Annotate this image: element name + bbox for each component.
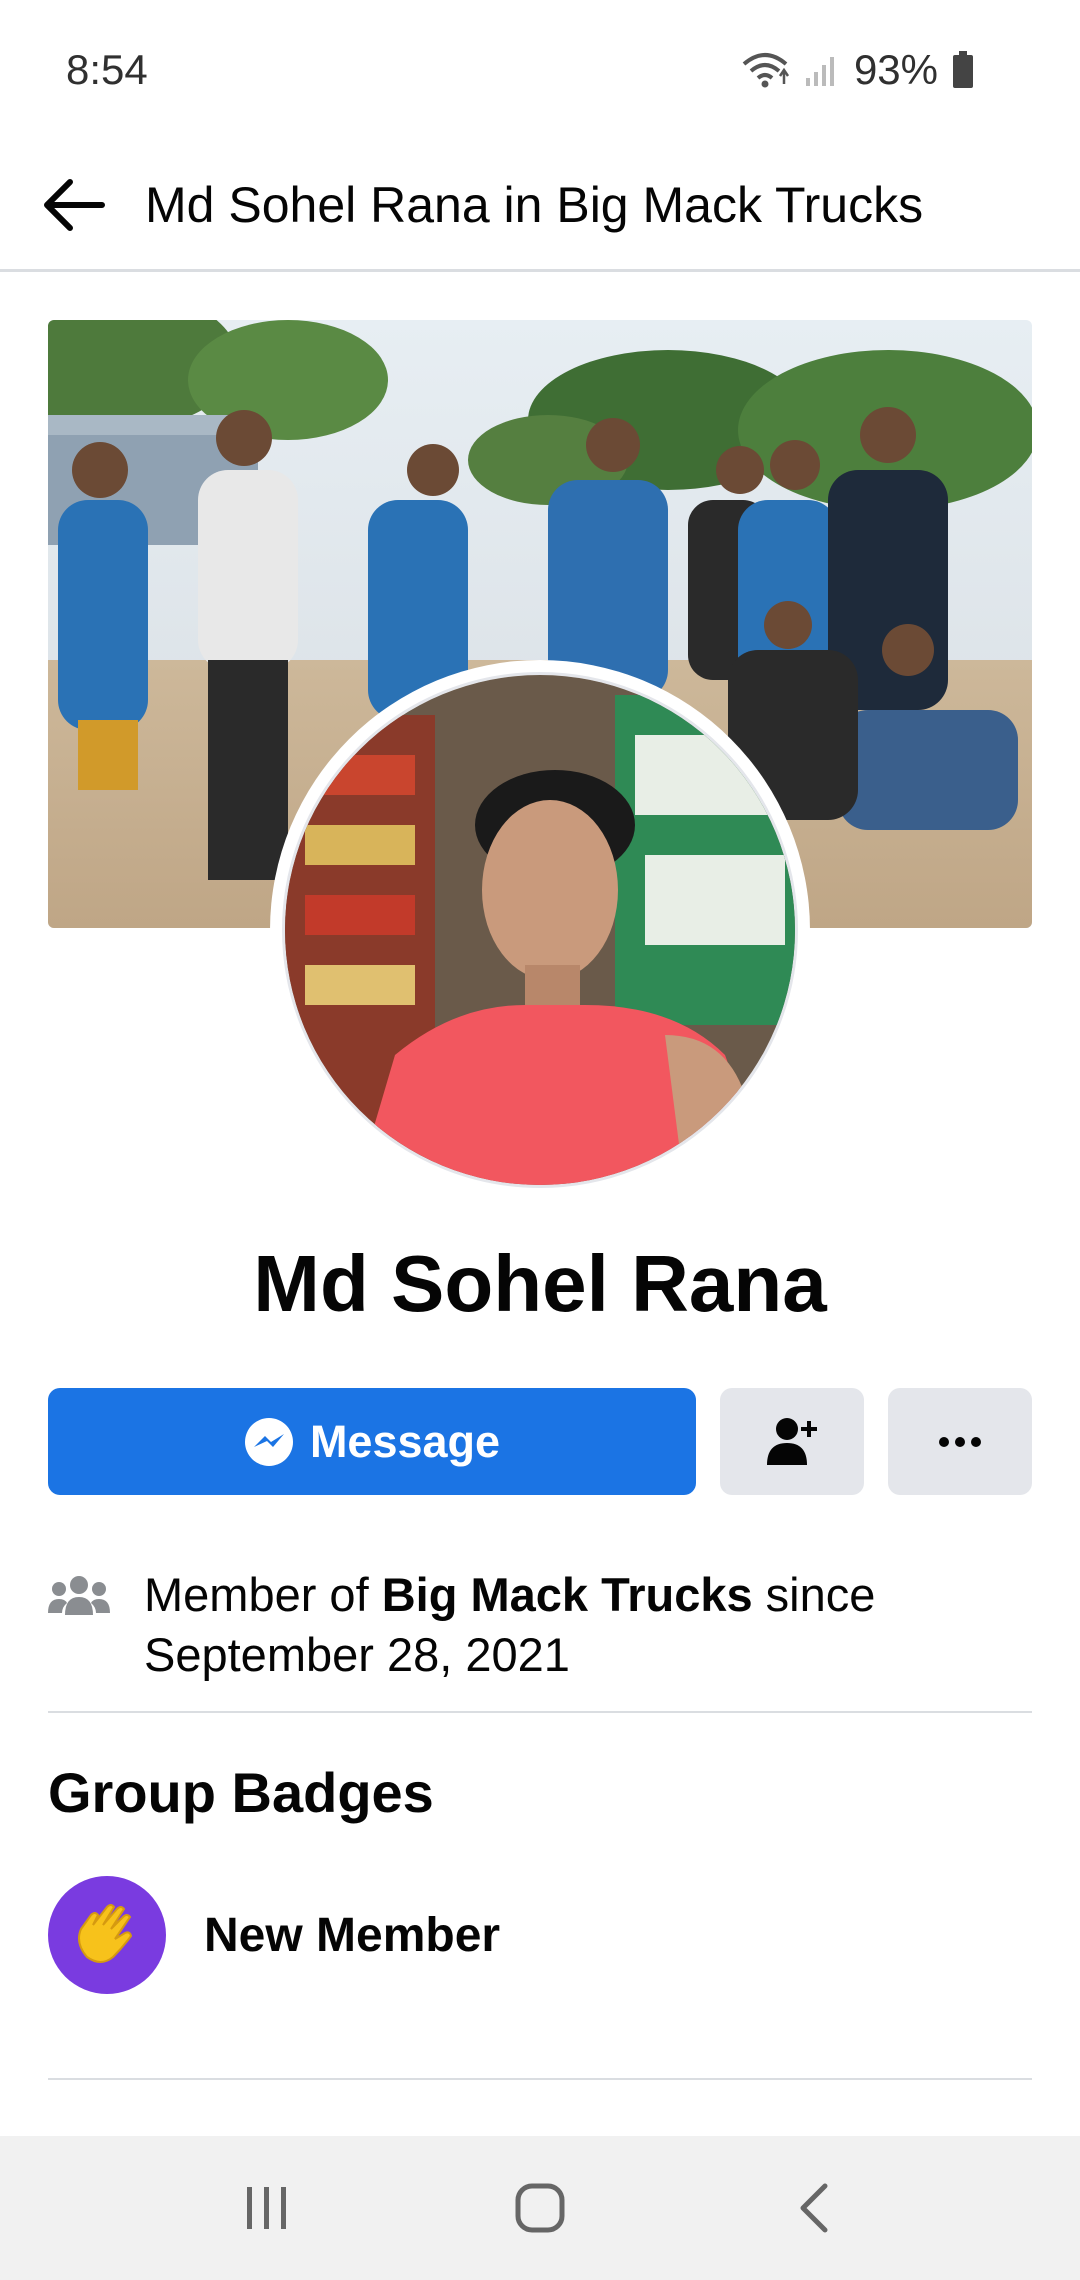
system-nav-bar [0,2136,1080,2280]
profile-photo [282,672,798,1188]
group-link[interactable]: Big Mack Trucks [382,1568,753,1621]
group-icon [48,1565,144,1620]
system-back-button[interactable] [753,2148,873,2268]
divider [48,2078,1032,2080]
battery-percent: 93% [853,46,938,93]
badge-item[interactable]: New Member [48,1876,500,1994]
profile-actions: Message [48,1388,1032,1495]
add-friend-icon [767,1417,817,1465]
status-bar: 8:54 93% [0,0,1080,140]
battery-icon [952,51,974,89]
badges-title: Group Badges [48,1761,434,1824]
badge-label: New Member [204,1908,501,1962]
divider [48,1711,1032,1713]
recent-apps-button[interactable] [207,2148,327,2268]
membership-middle: since [752,1568,876,1621]
add-friend-button[interactable] [720,1388,864,1495]
back-icon [800,2183,828,2233]
arrow-left-icon [43,178,105,231]
more-options-button[interactable] [888,1388,1032,1495]
recent-apps-icon [246,2187,286,2229]
membership-text: Member of Big Mack Trucks since Septembe… [144,1565,875,1685]
avatar[interactable] [270,660,810,1200]
membership-info: Member of Big Mack Trucks since Septembe… [48,1565,1032,1685]
wifi-icon [740,50,790,90]
membership-prefix: Member of [144,1568,382,1621]
status-time: 8:54 [66,46,148,93]
home-button[interactable] [480,2148,600,2268]
back-button[interactable] [0,139,145,271]
status-icons: 93% [740,46,974,94]
profile-name: Md Sohel Rana [253,1239,827,1328]
message-label: Message [309,1415,501,1467]
app-bar: Md Sohel Rana in Big Mack Trucks [0,140,1080,272]
home-icon [515,2183,565,2233]
waving-hand-icon [48,1876,166,1994]
signal-icon [804,52,840,88]
messenger-icon [244,1417,293,1466]
membership-date: September 28, 2021 [144,1628,570,1681]
page-title: Md Sohel Rana in Big Mack Trucks [145,176,924,233]
more-dots-icon [939,1436,981,1447]
message-button[interactable]: Message [48,1388,696,1495]
